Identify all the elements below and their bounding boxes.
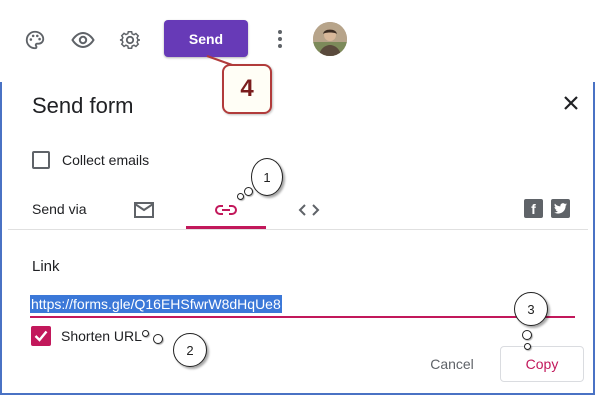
shorten-url-option[interactable]: Shorten URL <box>31 326 142 346</box>
dialog-title: Send form <box>32 93 134 118</box>
tab-embed[interactable] <box>293 190 325 230</box>
link-url-text[interactable]: https://forms.gle/Q16EHSfwrW8dHqUe8 <box>30 295 282 313</box>
annotation-step-4: 4 <box>222 64 272 114</box>
callout-tail <box>153 334 163 344</box>
twitter-icon[interactable] <box>551 199 570 218</box>
callout-tail <box>237 193 244 200</box>
send-via-label: Send via <box>32 201 87 217</box>
check-icon <box>34 330 48 342</box>
link-section-title: Link <box>32 258 60 275</box>
avatar[interactable] <box>313 22 347 56</box>
callout-tail <box>524 343 531 350</box>
annotation-step-1: 1 <box>251 158 283 196</box>
shorten-url-checkbox[interactable] <box>31 326 51 346</box>
facebook-icon[interactable]: f <box>524 199 543 218</box>
callout-tail <box>142 330 149 337</box>
tab-link[interactable] <box>186 190 266 230</box>
cancel-button[interactable]: Cancel <box>414 348 490 380</box>
send-button[interactable]: Send <box>164 20 248 57</box>
collect-emails-checkbox[interactable] <box>32 151 50 169</box>
callout-tail <box>522 330 532 340</box>
collect-emails-option[interactable]: Collect emails <box>32 151 149 169</box>
annotation-step-3: 3 <box>514 292 548 326</box>
copy-button[interactable]: Copy <box>500 346 584 382</box>
more-vert-icon[interactable] <box>272 26 288 52</box>
link-icon <box>215 205 237 215</box>
mail-icon <box>134 202 154 218</box>
gear-icon[interactable] <box>118 28 142 52</box>
callout-tail <box>244 187 253 196</box>
divider <box>8 229 588 230</box>
collect-emails-label: Collect emails <box>62 152 150 168</box>
code-icon <box>298 204 320 216</box>
tab-email[interactable] <box>128 190 160 230</box>
link-url-field[interactable]: https://forms.gle/Q16EHSfwrW8dHqUe8 <box>30 294 575 318</box>
annotation-step-2: 2 <box>173 333 207 367</box>
shorten-url-label: Shorten URL <box>61 328 142 344</box>
palette-icon[interactable] <box>23 28 47 52</box>
toolbar: Send <box>0 0 595 82</box>
close-icon[interactable] <box>560 92 582 114</box>
eye-icon[interactable] <box>71 28 95 52</box>
